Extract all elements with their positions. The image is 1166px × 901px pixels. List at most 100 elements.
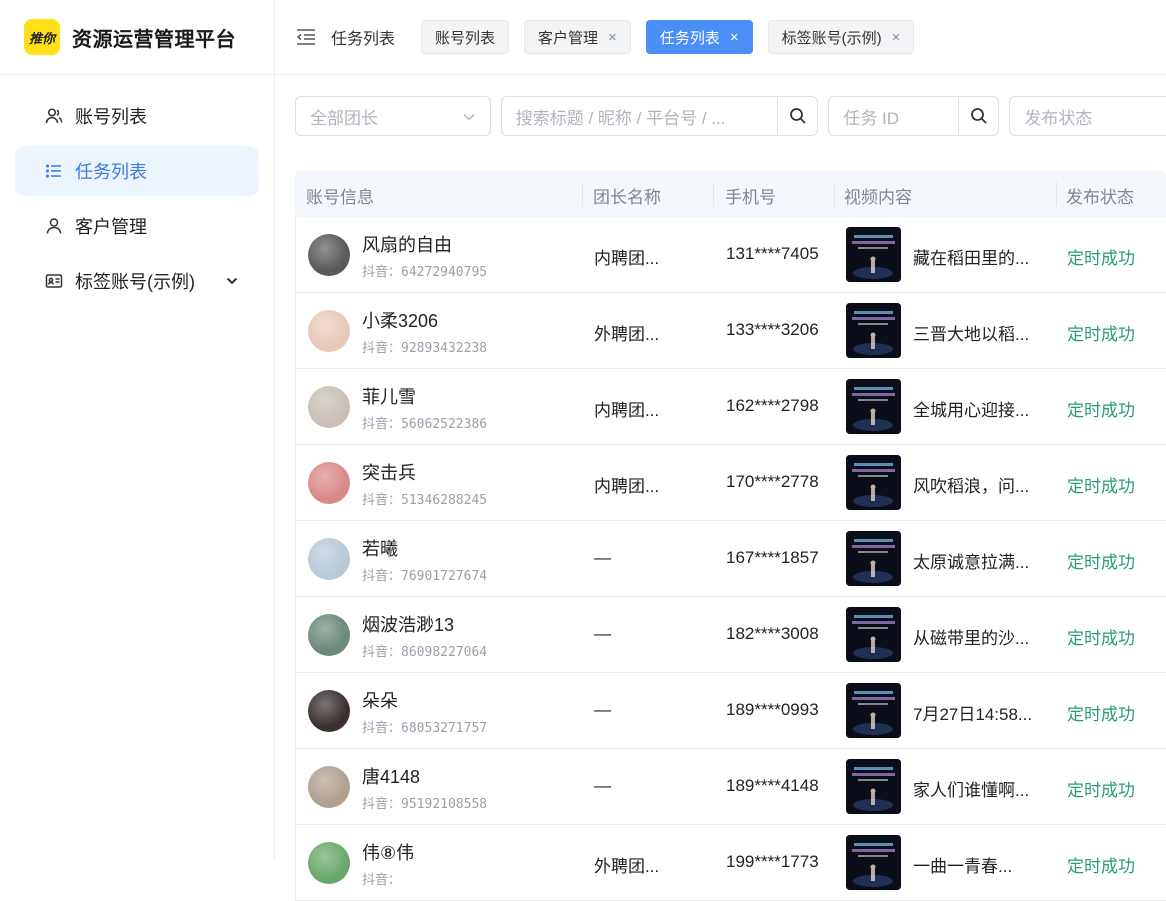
table-body: 风扇的自由 抖音：64272940795 内聘团... 131****7405 … (295, 217, 1166, 901)
douyin-id-value: 56062522386 (401, 417, 488, 432)
sidebar-item-tasks[interactable]: 任务列表 (15, 146, 259, 196)
column-header: 账号信息 (306, 188, 374, 207)
douyin-id-label: 抖音： (362, 720, 402, 735)
sidebar-item-customers[interactable]: 客户管理 (15, 201, 259, 251)
video-title[interactable]: 家人们谁懂啊... (913, 776, 1029, 801)
publish-status: 定时成功 (1067, 553, 1135, 572)
sidebar-item-accounts[interactable]: 账号列表 (15, 91, 259, 141)
video-title[interactable]: 一曲一青春... (913, 852, 1012, 877)
collapse-menu-icon[interactable] (295, 26, 317, 48)
close-icon[interactable]: × (892, 29, 901, 46)
team-name: — (594, 624, 611, 643)
sidebar-item-tag-accounts[interactable]: 标签账号(示例) (15, 256, 259, 306)
avatar[interactable] (308, 614, 350, 656)
video-title[interactable]: 从磁带里的沙... (913, 624, 1029, 649)
sidebar-item-label: 客户管理 (75, 217, 147, 237)
tab-customers[interactable]: 客户管理 × (524, 20, 631, 54)
task-id-search-button[interactable] (958, 97, 998, 135)
avatar[interactable] (308, 234, 350, 276)
douyin-id: 抖音：51346288245 (362, 489, 487, 508)
avatar[interactable] (308, 538, 350, 580)
video-title[interactable]: 7月27日14:58... (913, 700, 1032, 725)
tab-accounts[interactable]: 账号列表 (421, 20, 510, 54)
team-name: — (594, 700, 611, 719)
user-icon (45, 217, 63, 235)
video-thumbnail[interactable] (846, 303, 901, 358)
video-title[interactable]: 太原诚意拉满... (913, 548, 1029, 573)
video-thumbnail[interactable] (846, 379, 901, 434)
phone-number: 189****4148 (726, 776, 819, 795)
douyin-id: 抖音：95192108558 (362, 793, 487, 812)
team-name: — (594, 548, 611, 567)
video-thumbnail[interactable] (846, 607, 901, 662)
table-row[interactable]: 唐4148 抖音：95192108558 — 189****4148 家人们谁懂… (295, 749, 1166, 825)
chevron-down-icon[interactable] (225, 272, 239, 293)
top-header: 任务列表 账号列表 客户管理 × 任务列表 × 标签账号(示例) × (275, 0, 1166, 75)
video-thumbnail[interactable] (846, 227, 901, 282)
table-row[interactable]: 突击兵 抖音：51346288245 内聘团... 170****2778 风吹… (295, 445, 1166, 521)
search-input[interactable]: 搜索标题 / 昵称 / 平台号 / ... (502, 104, 778, 129)
video-thumbnail[interactable] (846, 455, 901, 510)
douyin-id-label: 抖音： (362, 340, 402, 355)
publish-status: 定时成功 (1067, 477, 1135, 496)
video-thumbnail[interactable] (846, 531, 901, 586)
phone-number: 189****0993 (726, 700, 819, 719)
tab-tasks[interactable]: 任务列表 × (645, 20, 753, 54)
video-thumbnail[interactable] (846, 835, 901, 890)
douyin-id-value: 86098227064 (401, 645, 488, 660)
table-row[interactable]: 烟波浩渺13 抖音：86098227064 — 182****3008 从磁带里… (295, 597, 1166, 673)
table-row[interactable]: 小柔3206 抖音：92893432238 外聘团... 133****3206… (295, 293, 1166, 369)
video-thumbnail[interactable] (846, 759, 901, 814)
douyin-id-value: 92893432238 (401, 341, 488, 356)
account-nickname: 若曦 (362, 539, 398, 559)
task-id-input[interactable]: 任务 ID (829, 104, 958, 129)
account-nickname: 朵朵 (362, 691, 398, 711)
tab-label: 任务列表 (659, 29, 720, 47)
sidebar-item-label: 标签账号(示例) (75, 272, 195, 292)
search-icon (970, 108, 987, 124)
table-row[interactable]: 若曦 抖音：76901727674 — 167****1857 太原诚意拉满..… (295, 521, 1166, 597)
avatar[interactable] (308, 690, 350, 732)
video-title[interactable]: 三晋大地以稻... (913, 320, 1029, 345)
column-header: 发布状态 (1066, 188, 1134, 207)
douyin-id-label: 抖音： (362, 568, 402, 583)
publish-status: 定时成功 (1067, 325, 1135, 344)
table-row[interactable]: 菲儿雪 抖音：56062522386 内聘团... 162****2798 全城… (295, 369, 1166, 445)
column-header: 视频内容 (844, 188, 912, 207)
video-thumbnail[interactable] (846, 683, 901, 738)
search-button[interactable] (777, 97, 817, 135)
app-title: 资源运营管理平台 (72, 28, 236, 51)
team-select[interactable]: 全部团长 (295, 96, 491, 136)
publish-status: 定时成功 (1067, 857, 1135, 876)
close-icon[interactable]: × (730, 29, 739, 46)
column-header: 团长名称 (593, 188, 661, 207)
team-select-placeholder: 全部团长 (310, 108, 378, 128)
douyin-id: 抖音： (362, 869, 401, 888)
avatar[interactable] (308, 842, 350, 884)
video-title[interactable]: 藏在稻田里的... (913, 244, 1029, 269)
tab-label: 客户管理 (538, 29, 599, 47)
team-name: 外聘团... (594, 857, 660, 876)
douyin-id-label: 抖音： (362, 644, 402, 659)
keyword-search: 搜索标题 / 昵称 / 平台号 / ... (500, 96, 819, 136)
table-row[interactable]: 朵朵 抖音：68053271757 — 189****0993 7月27日14:… (295, 673, 1166, 749)
avatar[interactable] (308, 462, 350, 504)
phone-number: 170****2778 (726, 472, 819, 491)
column-divider (713, 182, 714, 206)
phone-number: 182****3008 (726, 624, 819, 643)
video-thumbnail-art (846, 531, 901, 586)
publish-status: 定时成功 (1067, 401, 1135, 420)
table-row[interactable]: 伟⑧伟 抖音： 外聘团... 199****1773 一曲一青春... 定时成功 (295, 825, 1166, 901)
status-select[interactable]: 发布状态 (1009, 96, 1166, 136)
avatar[interactable] (308, 386, 350, 428)
avatar[interactable] (308, 766, 350, 808)
sidebar: 推你 资源运营管理平台 账号列表 任务列表 客户管理 标签账号(示例) (0, 0, 275, 860)
video-title[interactable]: 风吹稻浪，问... (913, 472, 1029, 497)
close-icon[interactable]: × (608, 29, 617, 46)
douyin-id-value: 95192108558 (401, 797, 488, 812)
avatar[interactable] (308, 310, 350, 352)
table-row[interactable]: 风扇的自由 抖音：64272940795 内聘团... 131****7405 … (295, 217, 1166, 293)
logo[interactable]: 推你 (24, 19, 60, 55)
video-title[interactable]: 全城用心迎接... (913, 396, 1029, 421)
tab-tag-accounts[interactable]: 标签账号(示例) × (767, 20, 915, 54)
